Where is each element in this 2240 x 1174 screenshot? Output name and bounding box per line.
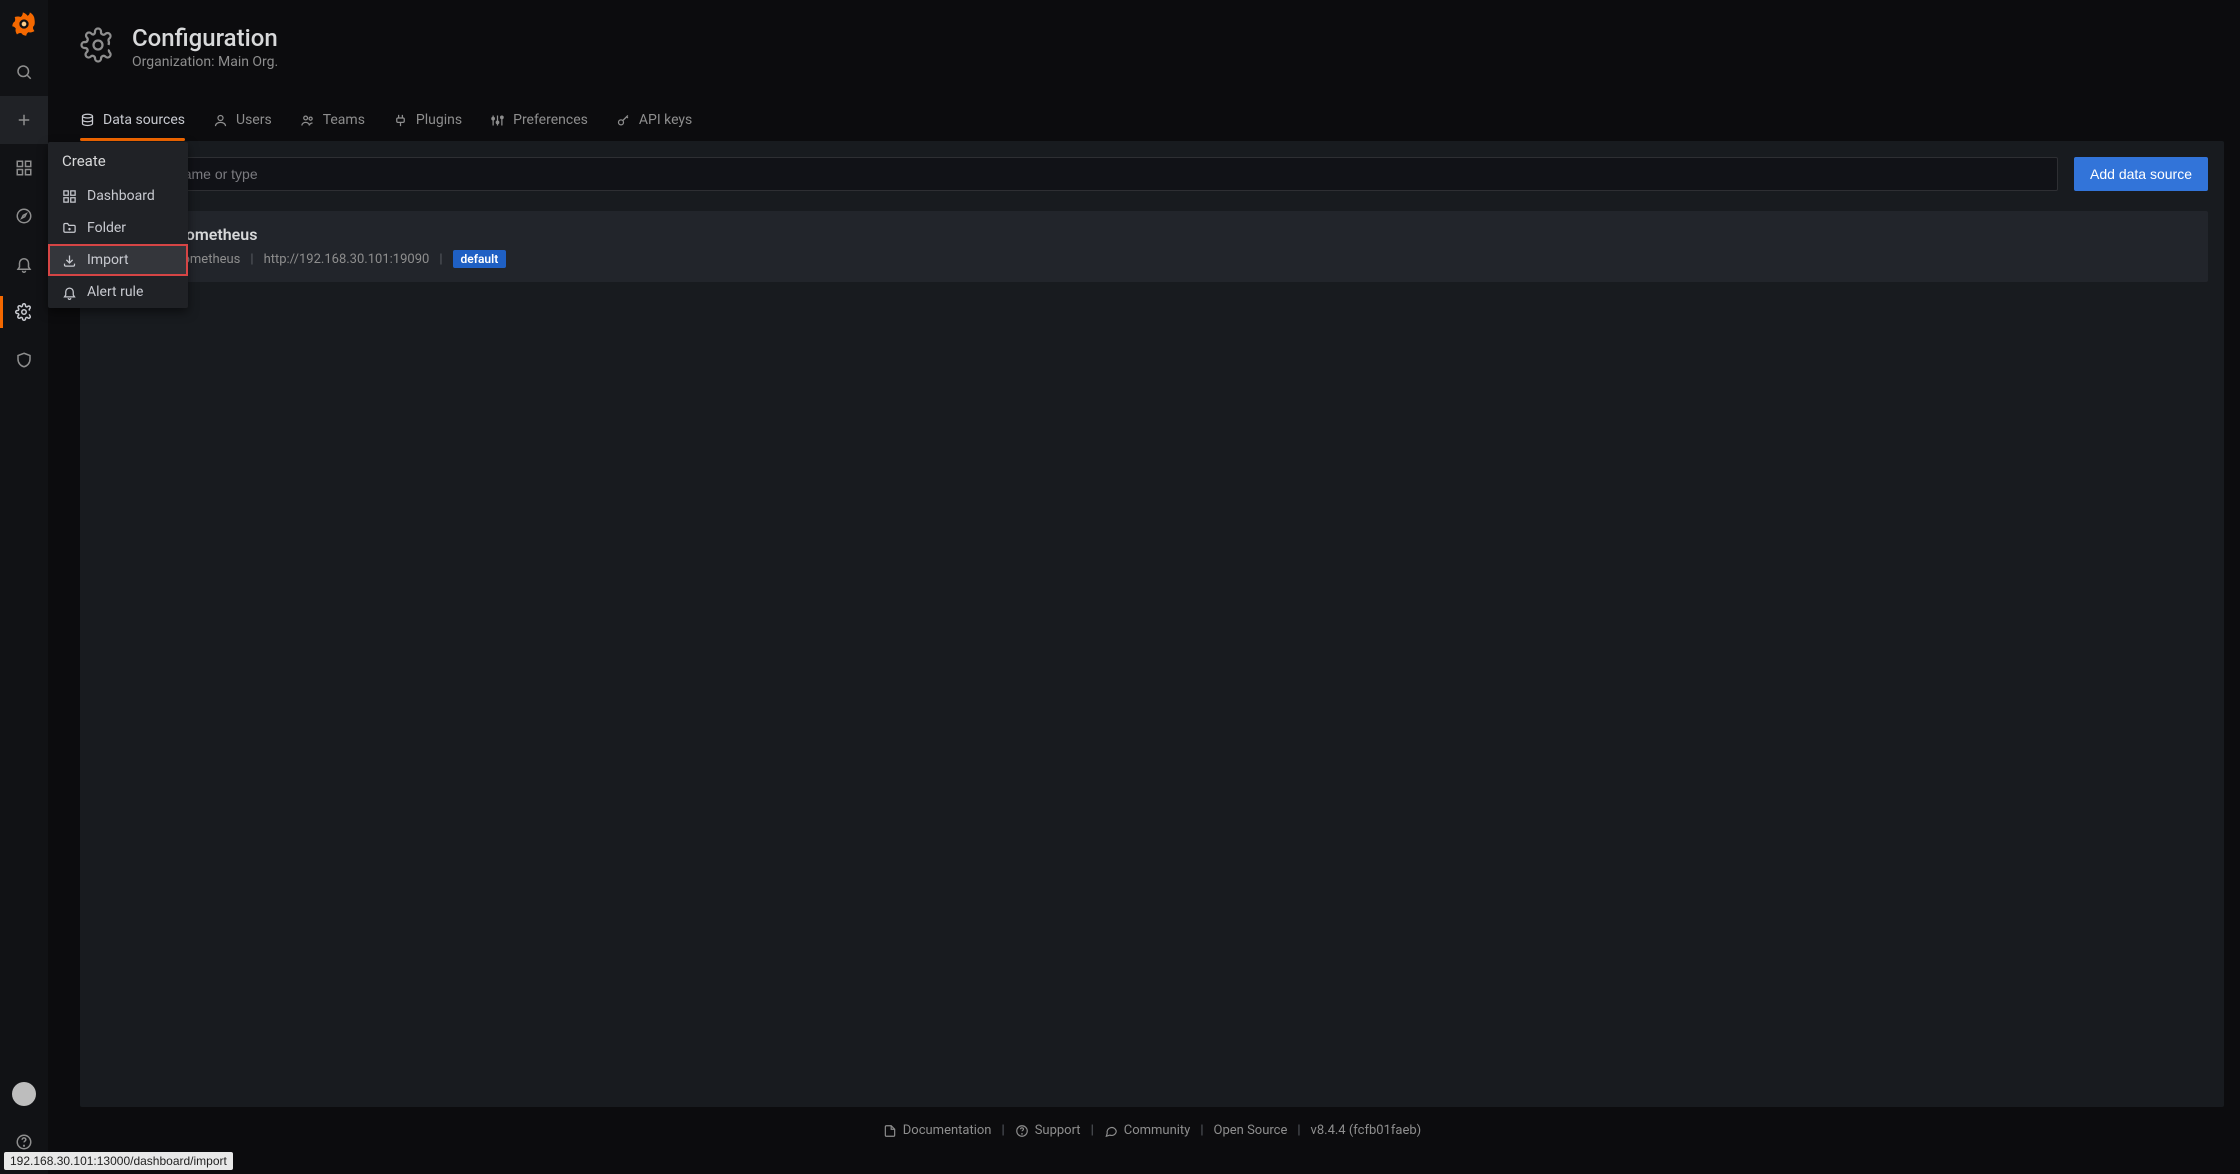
apps-icon (15, 159, 33, 177)
nav-user[interactable] (0, 1070, 48, 1118)
plus-icon (15, 111, 33, 129)
data-source-name: Prometheus (170, 225, 506, 244)
flyout-label: Dashboard (87, 188, 155, 204)
flyout-title: Create (48, 142, 188, 180)
nav-configuration[interactable] (0, 288, 48, 336)
flyout-item-folder[interactable]: Folder (48, 212, 188, 244)
footer-support[interactable]: Support (1015, 1123, 1081, 1138)
shield-icon (15, 351, 33, 369)
tab-label: API keys (639, 112, 692, 128)
data-sources-panel: Add data source Prometheus Prometheus | … (80, 141, 2224, 1107)
flyout-label: Folder (87, 220, 126, 236)
tab-users[interactable]: Users (213, 102, 272, 140)
tab-teams[interactable]: Teams (300, 102, 365, 140)
import-icon (62, 253, 77, 268)
flyout-label: Import (87, 252, 129, 268)
users-icon (300, 113, 315, 128)
nav-dashboards[interactable] (0, 144, 48, 192)
flyout-item-alert-rule[interactable]: Alert rule (48, 276, 188, 308)
separator: | (250, 252, 253, 267)
page-subtitle: Organization: Main Org. (132, 54, 278, 70)
apps-icon (62, 189, 77, 204)
bell-icon (62, 285, 77, 300)
grafana-swirl-icon (10, 10, 38, 38)
data-source-card[interactable]: Prometheus Prometheus | http://192.168.3… (96, 211, 2208, 282)
nav-create[interactable] (0, 96, 48, 144)
left-sidebar (0, 0, 48, 1174)
search-input[interactable] (96, 157, 2058, 191)
grafana-logo[interactable] (0, 0, 48, 48)
footer-documentation[interactable]: Documentation (883, 1123, 992, 1138)
footer-version: v8.4.4 (fcfb01faeb) (1311, 1123, 1422, 1138)
add-data-source-button[interactable]: Add data source (2074, 157, 2208, 191)
tab-data-sources[interactable]: Data sources (80, 102, 185, 140)
nav-search[interactable] (0, 48, 48, 96)
bell-icon (15, 255, 33, 273)
status-bar-url: 192.168.30.101:13000/dashboard/import (4, 1152, 233, 1170)
tab-label: Preferences (513, 112, 588, 128)
flyout-label: Alert rule (87, 284, 143, 300)
page-title: Configuration (132, 24, 278, 52)
user-icon (213, 113, 228, 128)
tab-label: Users (236, 112, 272, 128)
flyout-item-dashboard[interactable]: Dashboard (48, 180, 188, 212)
tab-api-keys[interactable]: API keys (616, 102, 692, 140)
chat-icon (1104, 1124, 1118, 1138)
tab-label: Teams (323, 112, 365, 128)
nav-alerting[interactable] (0, 240, 48, 288)
config-tabs: Data sources Users Teams Plugins Prefere… (80, 102, 2224, 141)
page-gear-icon (80, 27, 116, 67)
nav-explore[interactable] (0, 192, 48, 240)
nav-server-admin[interactable] (0, 336, 48, 384)
key-icon (616, 113, 631, 128)
footer-community[interactable]: Community (1104, 1123, 1191, 1138)
gear-icon (15, 303, 33, 321)
data-source-url: http://192.168.30.101:19090 (264, 252, 430, 267)
default-badge: default (453, 250, 507, 268)
document-icon (883, 1124, 897, 1138)
database-icon (80, 113, 95, 128)
main-area: Configuration Organization: Main Org. Da… (48, 0, 2240, 1174)
page-header: Configuration Organization: Main Org. (80, 24, 2224, 70)
footer: Documentation | Support | Community | Op… (80, 1107, 2224, 1158)
footer-license: Open Source (1214, 1123, 1288, 1138)
help-icon (1015, 1124, 1029, 1138)
flyout-item-import[interactable]: Import (48, 244, 188, 276)
create-flyout: Create Dashboard Folder Import Alert rul… (48, 142, 188, 308)
tab-plugins[interactable]: Plugins (393, 102, 462, 140)
sliders-icon (490, 113, 505, 128)
search-icon (15, 63, 33, 81)
tab-label: Plugins (416, 112, 462, 128)
tab-preferences[interactable]: Preferences (490, 102, 588, 140)
plug-icon (393, 113, 408, 128)
separator: | (439, 252, 442, 267)
help-icon (15, 1133, 33, 1151)
compass-icon (15, 207, 33, 225)
folder-plus-icon (62, 221, 77, 236)
avatar-icon (12, 1082, 36, 1106)
tab-label: Data sources (103, 112, 185, 128)
